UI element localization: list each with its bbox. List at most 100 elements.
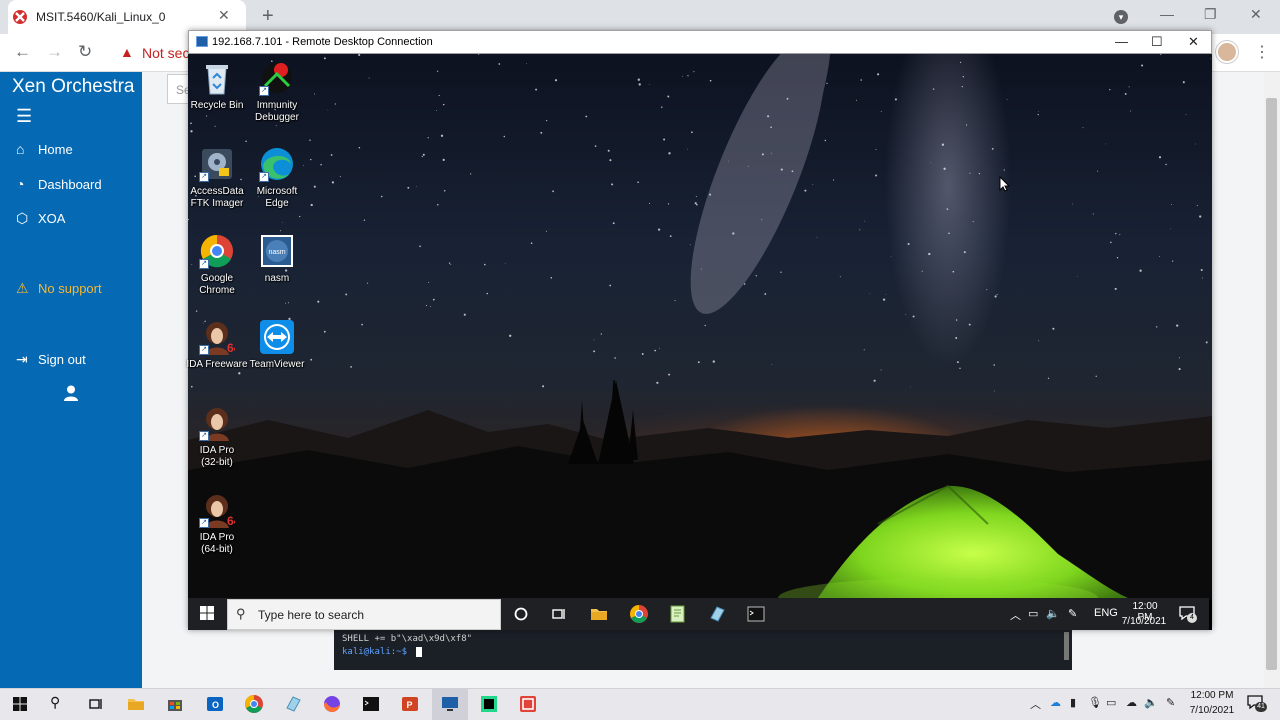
address-bar-security-label[interactable]: Not sec xyxy=(142,45,190,61)
host-notification-badge: 41 xyxy=(1255,702,1267,712)
host-volume-icon[interactable]: 🔈 xyxy=(1144,696,1158,709)
sidebar-item-label: No support xyxy=(38,281,102,296)
file-explorer-icon[interactable] xyxy=(589,604,609,624)
firefox-icon[interactable] xyxy=(322,694,342,714)
host-task-view-icon[interactable] xyxy=(86,694,106,714)
action-center-icon[interactable]: 4 xyxy=(1178,605,1197,623)
desktop-icon-recycle-bin[interactable]: Recycle Bin xyxy=(185,60,249,112)
network-icon[interactable]: ▭ xyxy=(1028,607,1038,620)
browser-minimize-button[interactable]: — xyxy=(1160,6,1174,22)
host-search-icon[interactable]: ⚲ xyxy=(50,694,70,714)
desktop-icon-ida-freeware[interactable]: 64 ↗ IDA Freeware xyxy=(185,319,249,371)
microphone-icon[interactable]: 🎙 xyxy=(1088,696,1102,709)
svg-text:P: P xyxy=(407,700,413,710)
desktop-icon-label: AccessData xyxy=(190,186,244,197)
desktop-icon-teamviewer[interactable]: TeamViewer xyxy=(245,319,309,371)
desktop-icon-ida-pro-64[interactable]: 64 ↗ IDA Pro (64-bit) xyxy=(185,492,249,556)
host-hidden-icons-icon[interactable]: ︿ xyxy=(1030,696,1041,712)
hamburger-menu-icon[interactable]: ☰ xyxy=(16,106,32,127)
host-file-explorer-icon[interactable] xyxy=(126,694,146,714)
desktop-icon-immunity-debugger[interactable]: ↗ Immunity Debugger xyxy=(245,60,309,124)
task-view-icon[interactable] xyxy=(549,604,569,624)
desktop-icon-label: IDA Freeware xyxy=(186,359,248,370)
host-terminal-icon[interactable] xyxy=(361,694,381,714)
desktop-icon-label: FTK Imager xyxy=(190,198,244,209)
desktop-icon-nasm[interactable]: nasm nasm xyxy=(245,233,309,285)
remote-desktop-icon[interactable] xyxy=(440,694,460,714)
warning-icon: ⚠ xyxy=(16,280,29,296)
desktop-icon-microsoft-edge[interactable]: ↗ Microsoft Edge xyxy=(245,146,309,210)
cube-icon: ⬡ xyxy=(16,210,29,226)
notification-badge: 4 xyxy=(1187,613,1197,623)
desktop-icon-label: Google xyxy=(200,273,234,284)
host-network-icon[interactable]: ▭ xyxy=(1106,696,1116,709)
windows-start-icon[interactable] xyxy=(200,606,214,620)
rdp-close-button[interactable]: ✕ xyxy=(1188,34,1199,50)
sidebar-item-sign-out[interactable]: ⇥ Sign out xyxy=(16,351,86,368)
desktop-icon-label: IDA Pro xyxy=(199,532,235,543)
ida-pro-64-icon: 64 ↗ xyxy=(199,492,241,528)
host-chrome-icon[interactable] xyxy=(244,694,264,714)
xo-sidebar xyxy=(0,72,142,688)
host-start-icon[interactable] xyxy=(10,694,30,714)
not-secure-warning-icon: ▲ xyxy=(120,44,134,60)
back-arrow-icon[interactable]: ← xyxy=(14,42,31,62)
sidebar-item-xoa[interactable]: ⬡ XOA xyxy=(16,210,65,227)
terminal-scrollbar[interactable] xyxy=(1064,632,1069,660)
host-clock-date[interactable]: 7/10/2021 xyxy=(1188,705,1236,716)
forward-arrow-icon[interactable]: → xyxy=(46,42,63,62)
remote-clock-date[interactable]: 7/10/2021 xyxy=(1120,616,1168,627)
show-hidden-icons-icon[interactable]: ︿ xyxy=(1010,607,1021,623)
desktop-icon-google-chrome[interactable]: ↗ Google Chrome xyxy=(185,233,249,297)
search-icon: ⚲ xyxy=(236,606,246,621)
sidebar-item-no-support[interactable]: ⚠ No support xyxy=(16,280,102,297)
new-tab-button[interactable]: + xyxy=(262,5,274,28)
rdp-maximize-button[interactable]: ☐ xyxy=(1151,34,1163,50)
red-app-icon[interactable] xyxy=(518,694,538,714)
outlook-icon[interactable]: O xyxy=(205,694,225,714)
app-cube-icon[interactable] xyxy=(707,604,727,624)
reload-icon[interactable]: ↻ xyxy=(78,42,92,62)
xen-favicon-icon xyxy=(13,10,27,24)
mouse-pointer-icon xyxy=(999,176,1011,192)
chrome-menu-dropdown-icon[interactable]: ▾ xyxy=(1114,10,1128,24)
powerpoint-icon[interactable]: P xyxy=(400,694,420,714)
teamviewer-icon xyxy=(259,319,295,355)
desktop-icon-ida-pro-32[interactable]: ↗ IDA Pro (32-bit) xyxy=(185,405,249,469)
tab-close-icon[interactable]: ✕ xyxy=(218,7,230,24)
language-indicator[interactable]: ENG xyxy=(1094,607,1118,619)
rdp-minimize-button[interactable]: — xyxy=(1115,34,1128,49)
chrome-taskbar-icon[interactable] xyxy=(629,604,649,624)
onedrive-icon[interactable]: ☁ xyxy=(1050,696,1061,709)
profile-avatar[interactable] xyxy=(1216,41,1238,63)
cortana-icon[interactable] xyxy=(511,604,531,624)
sidebar-item-home[interactable]: ⌂ Home xyxy=(16,141,73,157)
terminal-output-line: SHELL += b"\xad\x9d\xf8" xyxy=(342,634,473,644)
sidebar-item-dashboard[interactable]: ◔ Dashboard xyxy=(16,176,102,192)
ida-pro-icon: ↗ xyxy=(199,405,235,441)
more-menu-icon[interactable]: ⋮ xyxy=(1254,42,1270,62)
host-pen-icon[interactable]: ✎ xyxy=(1166,696,1175,709)
host-action-center-icon[interactable]: 41 xyxy=(1246,694,1267,712)
volume-icon[interactable]: 🔈 xyxy=(1046,607,1060,620)
terminal-cursor xyxy=(416,647,422,657)
browser-close-button[interactable]: ✕ xyxy=(1250,6,1262,23)
sidebar-item-label: Dashboard xyxy=(38,177,102,192)
pen-icon[interactable]: ✎ xyxy=(1068,607,1077,620)
store-icon[interactable] xyxy=(165,694,185,714)
host-usb-icon[interactable]: ▮ xyxy=(1070,696,1076,709)
sign-out-icon: ⇥ xyxy=(16,351,28,367)
notepad-plus-icon[interactable] xyxy=(668,604,688,624)
xo-app-title[interactable]: Xen Orchestra xyxy=(12,76,135,98)
page-scrollbar-thumb[interactable] xyxy=(1266,98,1277,670)
host-app-cube-icon[interactable] xyxy=(283,694,303,714)
desktop-icon-label: (64-bit) xyxy=(201,544,233,555)
browser-maximize-button[interactable]: ❐ xyxy=(1204,6,1217,23)
host-clock-time[interactable]: 12:00 PM xyxy=(1190,690,1234,701)
desktop-icon-ftk-imager[interactable]: ↗ AccessData FTK Imager xyxy=(185,146,249,210)
sidebar-item-label: Sign out xyxy=(38,352,86,367)
pycharm-icon[interactable] xyxy=(479,694,499,714)
user-icon[interactable] xyxy=(64,385,78,401)
host-cloud-icon[interactable]: ☁ xyxy=(1126,696,1137,709)
command-prompt-icon[interactable] xyxy=(746,604,766,624)
